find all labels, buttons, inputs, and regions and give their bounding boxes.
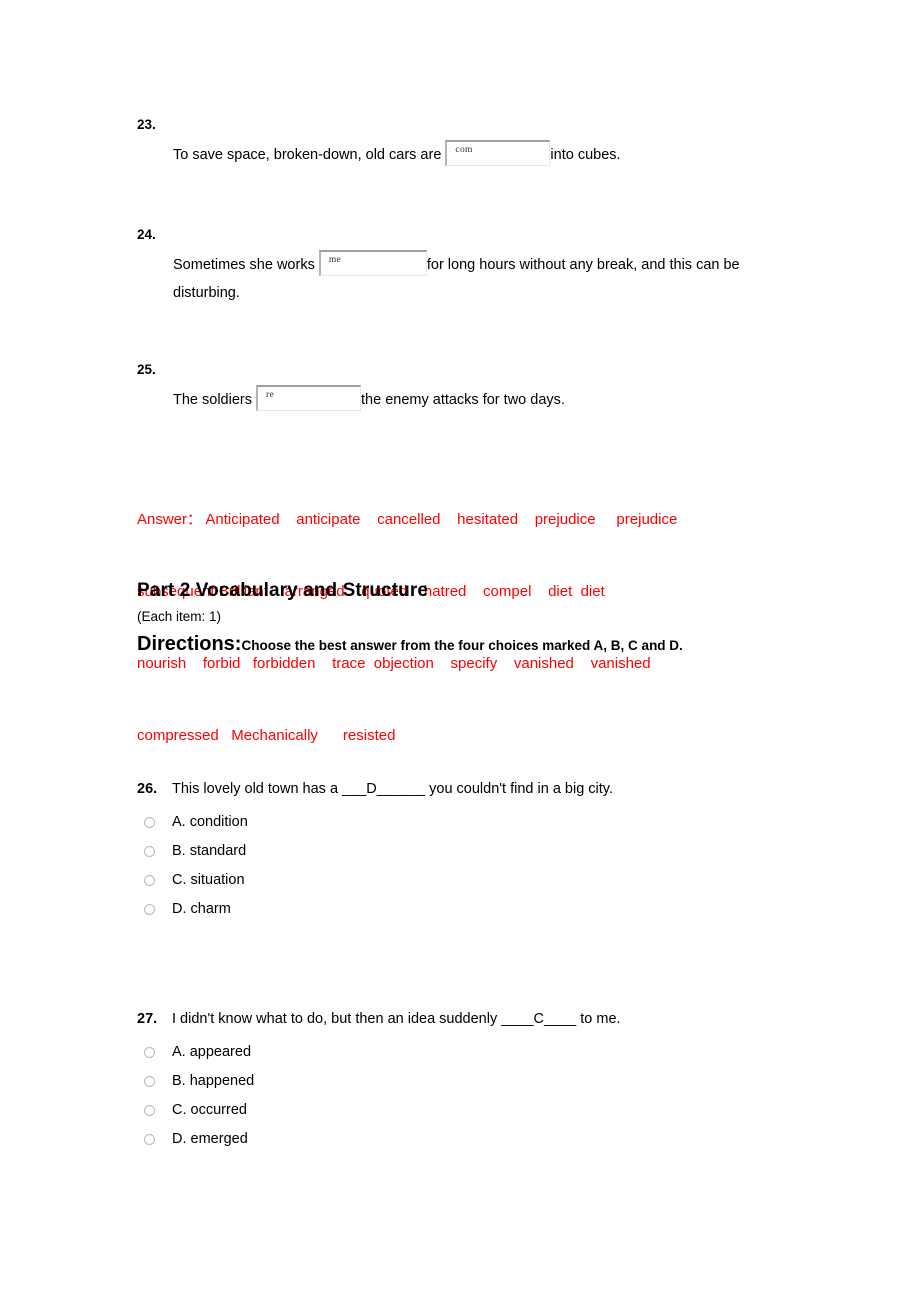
mc-question-26: 26. This lovely old town has a ___D______… xyxy=(137,780,857,924)
question-27-stem-row: 27. I didn't know what to do, but then an… xyxy=(137,1010,857,1028)
answer-input-24[interactable]: me xyxy=(318,249,427,276)
radio-button-icon[interactable] xyxy=(144,1047,155,1058)
radio-button-icon[interactable] xyxy=(144,1076,155,1087)
question-23-text-before: To save space, broken-down, old cars are xyxy=(173,146,446,163)
radio-button-icon[interactable] xyxy=(144,846,155,857)
radio-button-icon[interactable] xyxy=(144,817,155,828)
directions-line: Directions:Choose the best answer from t… xyxy=(137,633,683,656)
question-25-text-before: The soldiers xyxy=(173,391,257,408)
fill-question-24: 24. Sometimes she works me for long hours… xyxy=(137,228,837,307)
option-27-d-label: D. emerged xyxy=(172,1131,248,1147)
option-27-a[interactable]: A. appeared xyxy=(137,1038,857,1067)
option-27-c[interactable]: C. occurred xyxy=(137,1096,857,1125)
radio-button-icon[interactable] xyxy=(144,875,155,886)
directions-label: Directions: xyxy=(137,633,242,655)
answer-input-24-value: me xyxy=(328,254,342,265)
question-23-text-after: into cubes. xyxy=(550,146,621,163)
option-26-a[interactable]: A. condition xyxy=(137,808,857,837)
option-27-b[interactable]: B. happened xyxy=(137,1067,857,1096)
option-26-b-label: B. standard xyxy=(172,843,247,859)
option-26-a-label: A. condition xyxy=(172,814,248,830)
radio-button-icon[interactable] xyxy=(144,1105,155,1116)
option-26-c[interactable]: C. situation xyxy=(137,866,857,895)
answer-key-block: Answer： Anticipated anticipate cancelled… xyxy=(137,460,817,796)
option-27-b-label: B. happened xyxy=(172,1073,255,1089)
question-number-23: 23. xyxy=(137,117,156,132)
question-27-stem: I didn't know what to do, but then an id… xyxy=(172,1011,621,1027)
question-25-body: The soldiers re the enemy attacks for two… xyxy=(173,384,837,414)
question-24-body: Sometimes she works me for long hours wit… xyxy=(173,249,837,307)
part-title: Part 2 Vocabulary and Structure xyxy=(137,580,429,601)
question-number-27: 27. xyxy=(137,1011,158,1027)
question-24-text-before: Sometimes she works xyxy=(173,256,319,273)
answer-input-23[interactable]: com xyxy=(445,139,551,166)
question-23-body: To save space, broken-down, old cars are… xyxy=(173,139,837,169)
answer-input-25[interactable]: re xyxy=(256,384,362,411)
answer-key-line-1: Answer： Anticipated anticipate cancelled… xyxy=(137,511,678,528)
question-26-stem-row: 26. This lovely old town has a ___D______… xyxy=(137,780,857,798)
option-26-d-label: D. charm xyxy=(172,901,231,917)
question-25-text-after: the enemy attacks for two days. xyxy=(361,391,565,408)
question-number-24: 24. xyxy=(137,227,156,242)
radio-button-icon[interactable] xyxy=(144,904,155,915)
answer-key-line-4: compressed Mechanically resisted xyxy=(137,727,396,744)
radio-button-icon[interactable] xyxy=(144,1134,155,1145)
answer-input-23-value: com xyxy=(455,144,473,155)
fill-question-23: 23. To save space, broken-down, old cars… xyxy=(137,118,837,169)
question-number-25: 25. xyxy=(137,362,156,377)
question-26-stem: This lovely old town has a ___D______ yo… xyxy=(172,781,613,797)
question-number-26: 26. xyxy=(137,781,158,797)
question-24-text-line2: disturbing. xyxy=(173,284,240,301)
option-27-a-label: A. appeared xyxy=(172,1044,252,1060)
option-26-c-label: C. situation xyxy=(172,872,245,888)
fill-question-25: 25. The soldiers re the enemy attacks for… xyxy=(137,363,837,414)
option-27-d[interactable]: D. emerged xyxy=(137,1125,857,1154)
part-each-item: (Each item: 1) xyxy=(137,609,222,624)
option-26-d[interactable]: D. charm xyxy=(137,895,857,924)
mc-question-27: 27. I didn't know what to do, but then an… xyxy=(137,1010,857,1154)
answer-input-25-value: re xyxy=(266,389,274,400)
directions-text: Choose the best answer from the four cho… xyxy=(241,638,683,653)
question-24-text-after: for long hours without any break, and th… xyxy=(426,256,740,273)
option-27-c-label: C. occurred xyxy=(172,1102,247,1118)
option-26-b[interactable]: B. standard xyxy=(137,837,857,866)
document-page: 23. To save space, broken-down, old cars… xyxy=(0,0,920,1302)
